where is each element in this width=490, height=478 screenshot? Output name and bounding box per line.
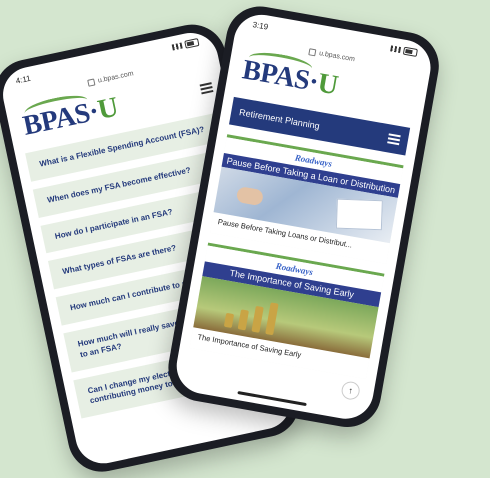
logo-accent: U [315, 67, 341, 102]
coin-stack [237, 309, 250, 331]
menu-icon[interactable] [199, 82, 214, 95]
battery-icon [402, 46, 418, 57]
status-icons [390, 44, 418, 57]
logo-main: BPAS· [240, 54, 321, 99]
hand-illustration [235, 186, 265, 207]
scroll-top-button[interactable]: ↑ [340, 380, 362, 402]
signal-icon [390, 45, 402, 54]
chart-paper-illustration [335, 198, 383, 231]
status-icons [171, 37, 200, 51]
status-time: 4:11 [14, 73, 32, 86]
lock-icon [87, 77, 96, 87]
coin-stack [223, 312, 235, 328]
article-card[interactable]: Roadways The Importance of Saving Early … [189, 242, 385, 379]
bpas-u-logo[interactable]: BPAS·U [240, 54, 340, 102]
signal-icon [171, 42, 183, 51]
home-indicator [236, 390, 307, 407]
coin-stack [265, 302, 279, 335]
menu-icon[interactable] [387, 133, 401, 146]
faq-question: How do I participate in an FSA? [54, 206, 174, 241]
faq-question: What types of FSAs are there? [61, 243, 178, 277]
article-card[interactable]: Roadways Pause Before Taking a Loan or D… [209, 134, 404, 265]
coin-stack [251, 305, 264, 333]
status-time: 3:19 [252, 19, 269, 32]
section-title: Retirement Planning [238, 107, 321, 132]
lock-icon [308, 47, 317, 56]
battery-icon [184, 37, 200, 49]
